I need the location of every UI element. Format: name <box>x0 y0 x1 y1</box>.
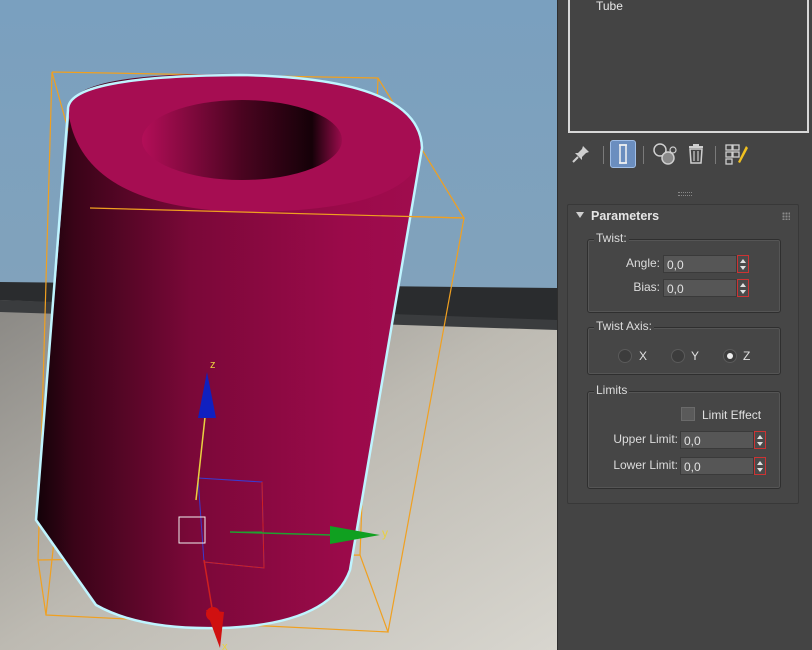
spin-down-icon[interactable] <box>740 266 746 270</box>
twist-axis-group: Twist Axis: X Y Z <box>587 319 781 375</box>
remove-modifier-button[interactable] <box>683 140 709 168</box>
lower-limit-input[interactable]: 0,0 <box>680 457 754 475</box>
spin-up-icon[interactable] <box>740 259 746 263</box>
gizmo-label-x: x <box>222 641 228 650</box>
bias-input[interactable]: 0,0 <box>663 279 737 297</box>
spin-down-icon[interactable] <box>740 290 746 294</box>
make-unique-button[interactable] <box>652 140 678 168</box>
twist-group: Twist: Angle: 0,0 Bias: 0,0 <box>587 231 781 313</box>
show-end-result-icon <box>619 144 627 164</box>
gizmo-label-y: y <box>382 526 388 540</box>
modifier-stack-list[interactable]: Tube <box>568 0 809 133</box>
twist-group-label: Twist: <box>594 231 629 245</box>
upper-limit-label: Upper Limit: <box>613 432 678 446</box>
axis-y-radio[interactable] <box>671 349 685 363</box>
parameters-rollout: Parameters Twist: Angle: 0,0 Bias: 0,0 T… <box>567 204 799 504</box>
modifier-stack-toolbar <box>568 140 808 170</box>
axis-z-label: Z <box>743 349 751 363</box>
angle-input[interactable]: 0,0 <box>663 255 737 273</box>
parameters-rollout-header[interactable]: Parameters <box>568 205 798 227</box>
bias-label: Bias: <box>633 280 660 294</box>
angle-label: Angle: <box>625 256 660 270</box>
twist-axis-group-label: Twist Axis: <box>594 319 655 333</box>
spin-up-icon[interactable] <box>740 283 746 287</box>
bias-spinner-arrows[interactable] <box>737 279 749 297</box>
axis-x-radio[interactable] <box>618 349 632 363</box>
gizmo-label-z: z <box>210 359 216 371</box>
panel-resize-grip[interactable] <box>678 192 692 196</box>
show-end-result-button[interactable] <box>610 140 636 168</box>
angle-spinner: 0,0 <box>663 255 749 273</box>
bias-spinner: 0,0 <box>663 279 749 297</box>
rollout-drag-grip-icon[interactable] <box>782 212 790 220</box>
upper-limit-spinner: 0,0 <box>680 431 766 449</box>
rollout-title: Parameters <box>591 209 660 223</box>
spin-up-icon[interactable] <box>757 435 763 439</box>
axis-z-radio[interactable] <box>723 349 737 363</box>
axis-x-label: X <box>639 349 648 363</box>
make-unique-icon <box>653 143 677 165</box>
upper-limit-spinner-arrows[interactable] <box>754 431 766 449</box>
limits-group-label: Limits <box>594 383 630 397</box>
angle-spinner-arrows[interactable] <box>737 255 749 273</box>
pin-stack-button[interactable] <box>568 140 594 168</box>
limit-effect-checkbox[interactable] <box>681 407 695 421</box>
limit-effect-label: Limit Effect <box>702 408 762 422</box>
modifier-stack-item-tube[interactable]: Tube <box>596 0 623 13</box>
lower-limit-spinner-arrows[interactable] <box>754 457 766 475</box>
spin-up-icon[interactable] <box>757 461 763 465</box>
lower-limit-spinner: 0,0 <box>680 457 766 475</box>
pin-stack-icon <box>572 146 589 163</box>
axis-y-label: Y <box>691 349 700 363</box>
collapse-arrow-icon <box>576 212 584 218</box>
limits-group: Limits Limit Effect Upper Limit: 0,0 Low… <box>587 383 781 489</box>
upper-limit-input[interactable]: 0,0 <box>680 431 754 449</box>
lower-limit-label: Lower Limit: <box>613 458 678 472</box>
viewport-scene: z y x <box>0 0 557 650</box>
command-panel: Tube Parameters Twist: Angle: 0,0 Bias: … <box>557 0 812 650</box>
spin-down-icon[interactable] <box>757 442 763 446</box>
configure-modifier-sets-icon <box>725 144 748 165</box>
configure-modifier-sets-button[interactable] <box>723 140 749 168</box>
remove-modifier-icon <box>689 144 703 164</box>
spin-down-icon[interactable] <box>757 468 763 472</box>
viewport-perspective[interactable]: z y x <box>0 0 557 650</box>
